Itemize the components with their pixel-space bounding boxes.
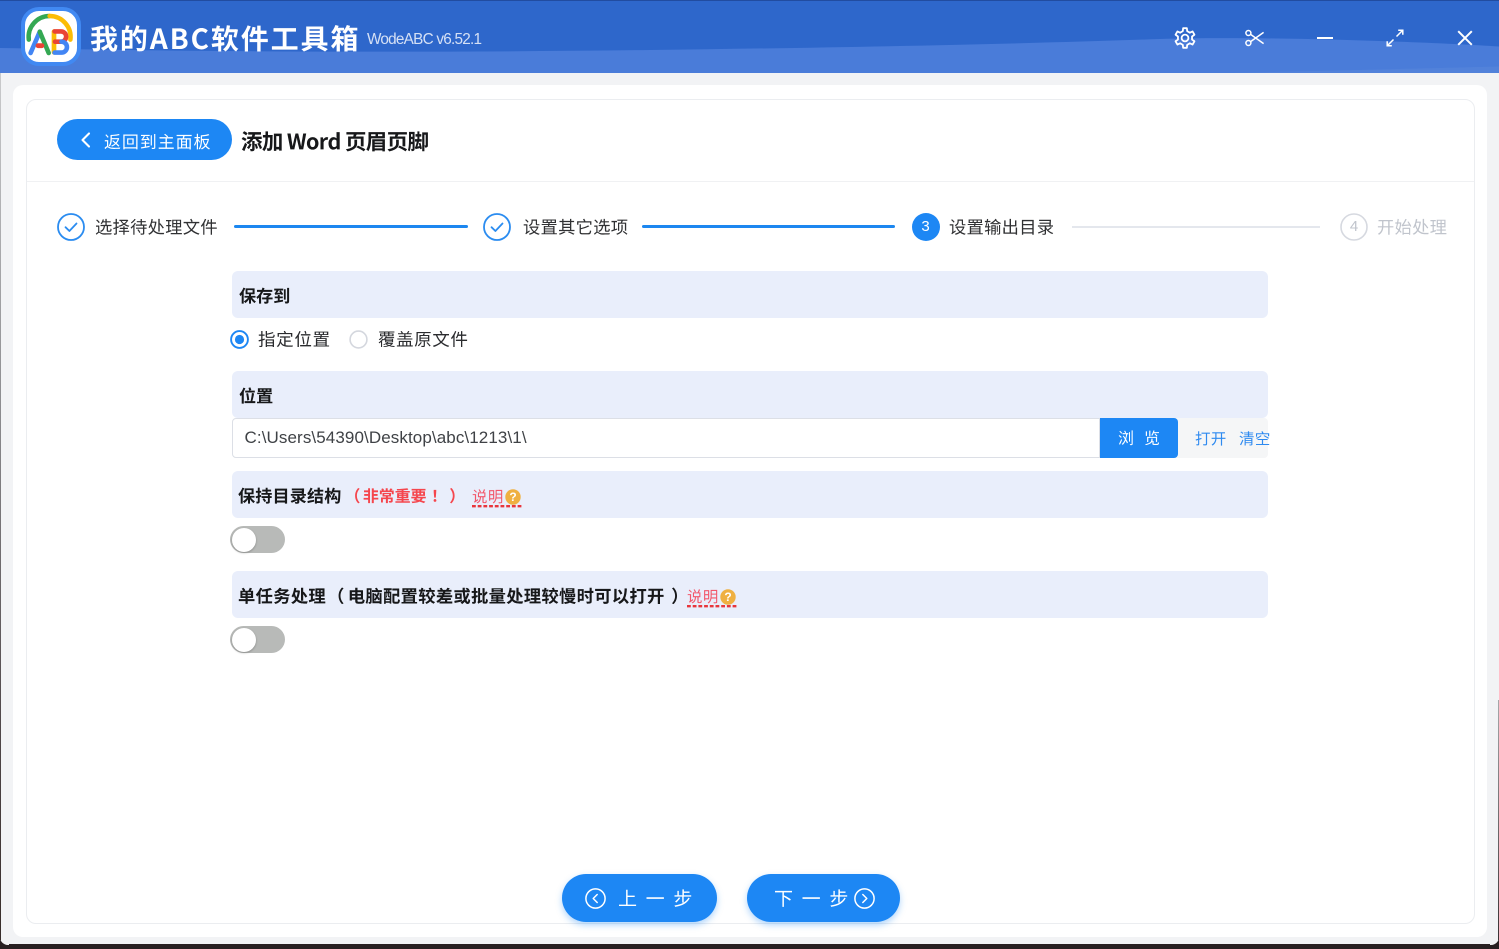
svg-text:?: ?	[724, 590, 731, 604]
svg-text:?: ?	[509, 490, 516, 504]
